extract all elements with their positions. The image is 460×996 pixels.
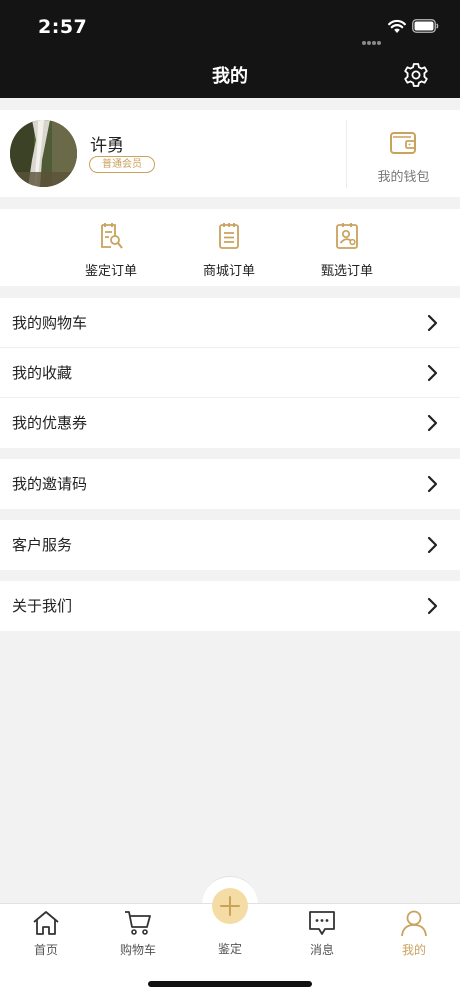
- menu-group-service: 客户服务: [0, 520, 460, 570]
- chevron-right-icon: [427, 536, 438, 554]
- signal-dots-icon: [362, 30, 384, 45]
- menu-group-invite: 我的邀请码: [0, 459, 460, 509]
- tab-profile[interactable]: 我的: [368, 904, 460, 964]
- menu-item-invite-code[interactable]: 我的邀请码: [0, 459, 460, 509]
- chevron-right-icon: [427, 364, 438, 382]
- battery-icon: [412, 19, 439, 33]
- profile-icon: [401, 910, 427, 937]
- chevron-right-icon: [427, 414, 438, 432]
- curated-order-button[interactable]: 甄选订单: [292, 209, 402, 286]
- tab-label: 首页: [33, 943, 58, 957]
- order-label: 鉴定订单: [84, 264, 137, 279]
- curated-order-icon: [336, 223, 358, 249]
- mall-order-icon: [219, 223, 239, 249]
- menu-item-label: 我的收藏: [12, 364, 73, 382]
- gear-icon: [404, 63, 428, 87]
- page-title: 我的: [212, 66, 248, 87]
- menu-item-favorites[interactable]: 我的收藏: [0, 348, 460, 398]
- avatar[interactable]: [10, 120, 77, 187]
- menu-item-about-us[interactable]: 关于我们: [0, 581, 460, 631]
- appraisal-order-button[interactable]: 鉴定订单: [56, 209, 166, 286]
- home-icon: [33, 911, 59, 935]
- appraisal-order-icon: [101, 223, 123, 249]
- wallet-icon: [390, 132, 416, 154]
- menu-group-mine: 我的购物车 我的收藏 我的优惠券: [0, 298, 460, 448]
- orders-row: 鉴定订单 商城订单 甄选订单: [0, 209, 460, 286]
- menu-item-label: 关于我们: [12, 597, 73, 615]
- chevron-right-icon: [427, 597, 438, 615]
- wifi-icon: [388, 19, 406, 33]
- nav-bar: 我的: [0, 52, 460, 98]
- status-time: 2:57: [38, 16, 88, 38]
- settings-button[interactable]: [401, 60, 431, 90]
- member-level-badge: 普通会员: [89, 156, 155, 173]
- tab-label: 我的: [401, 943, 426, 957]
- menu-item-shopping-cart[interactable]: 我的购物车: [0, 298, 460, 348]
- avatar-waterfall-image: [10, 120, 77, 187]
- chevron-right-icon: [427, 475, 438, 493]
- menu-item-label: 客户服务: [12, 536, 73, 554]
- home-indicator: [148, 981, 312, 987]
- message-icon: [309, 911, 335, 935]
- tab-label: 鉴定: [217, 942, 242, 956]
- tab-messages[interactable]: 消息: [276, 904, 368, 964]
- menu-item-label: 我的邀请码: [12, 475, 88, 493]
- tab-appraisal[interactable]: 鉴定: [184, 876, 276, 964]
- menu-item-label: 我的购物车: [12, 314, 88, 332]
- wallet-button[interactable]: 我的钱包: [347, 110, 460, 197]
- menu-item-label: 我的优惠券: [12, 414, 88, 432]
- wallet-label: 我的钱包: [377, 170, 430, 185]
- mall-order-button[interactable]: 商城订单: [174, 209, 284, 286]
- menu-group-about: 关于我们: [0, 581, 460, 631]
- plus-icon: [220, 896, 240, 916]
- menu-item-customer-service[interactable]: 客户服务: [0, 520, 460, 570]
- tab-cart[interactable]: 购物车: [92, 904, 184, 964]
- chevron-right-icon: [427, 314, 438, 332]
- order-label: 甄选订单: [320, 264, 373, 279]
- status-bar: 2:57: [0, 0, 460, 52]
- profile-card: 许勇 普通会员 我的钱包: [0, 110, 460, 197]
- cart-icon: [125, 911, 151, 935]
- tab-label: 消息: [309, 943, 334, 957]
- username: 许勇: [90, 136, 124, 156]
- tab-label: 购物车: [119, 943, 156, 957]
- tab-home[interactable]: 首页: [0, 904, 92, 964]
- order-label: 商城订单: [202, 264, 255, 279]
- appraisal-button[interactable]: [212, 888, 248, 924]
- menu-item-coupons[interactable]: 我的优惠券: [0, 398, 460, 448]
